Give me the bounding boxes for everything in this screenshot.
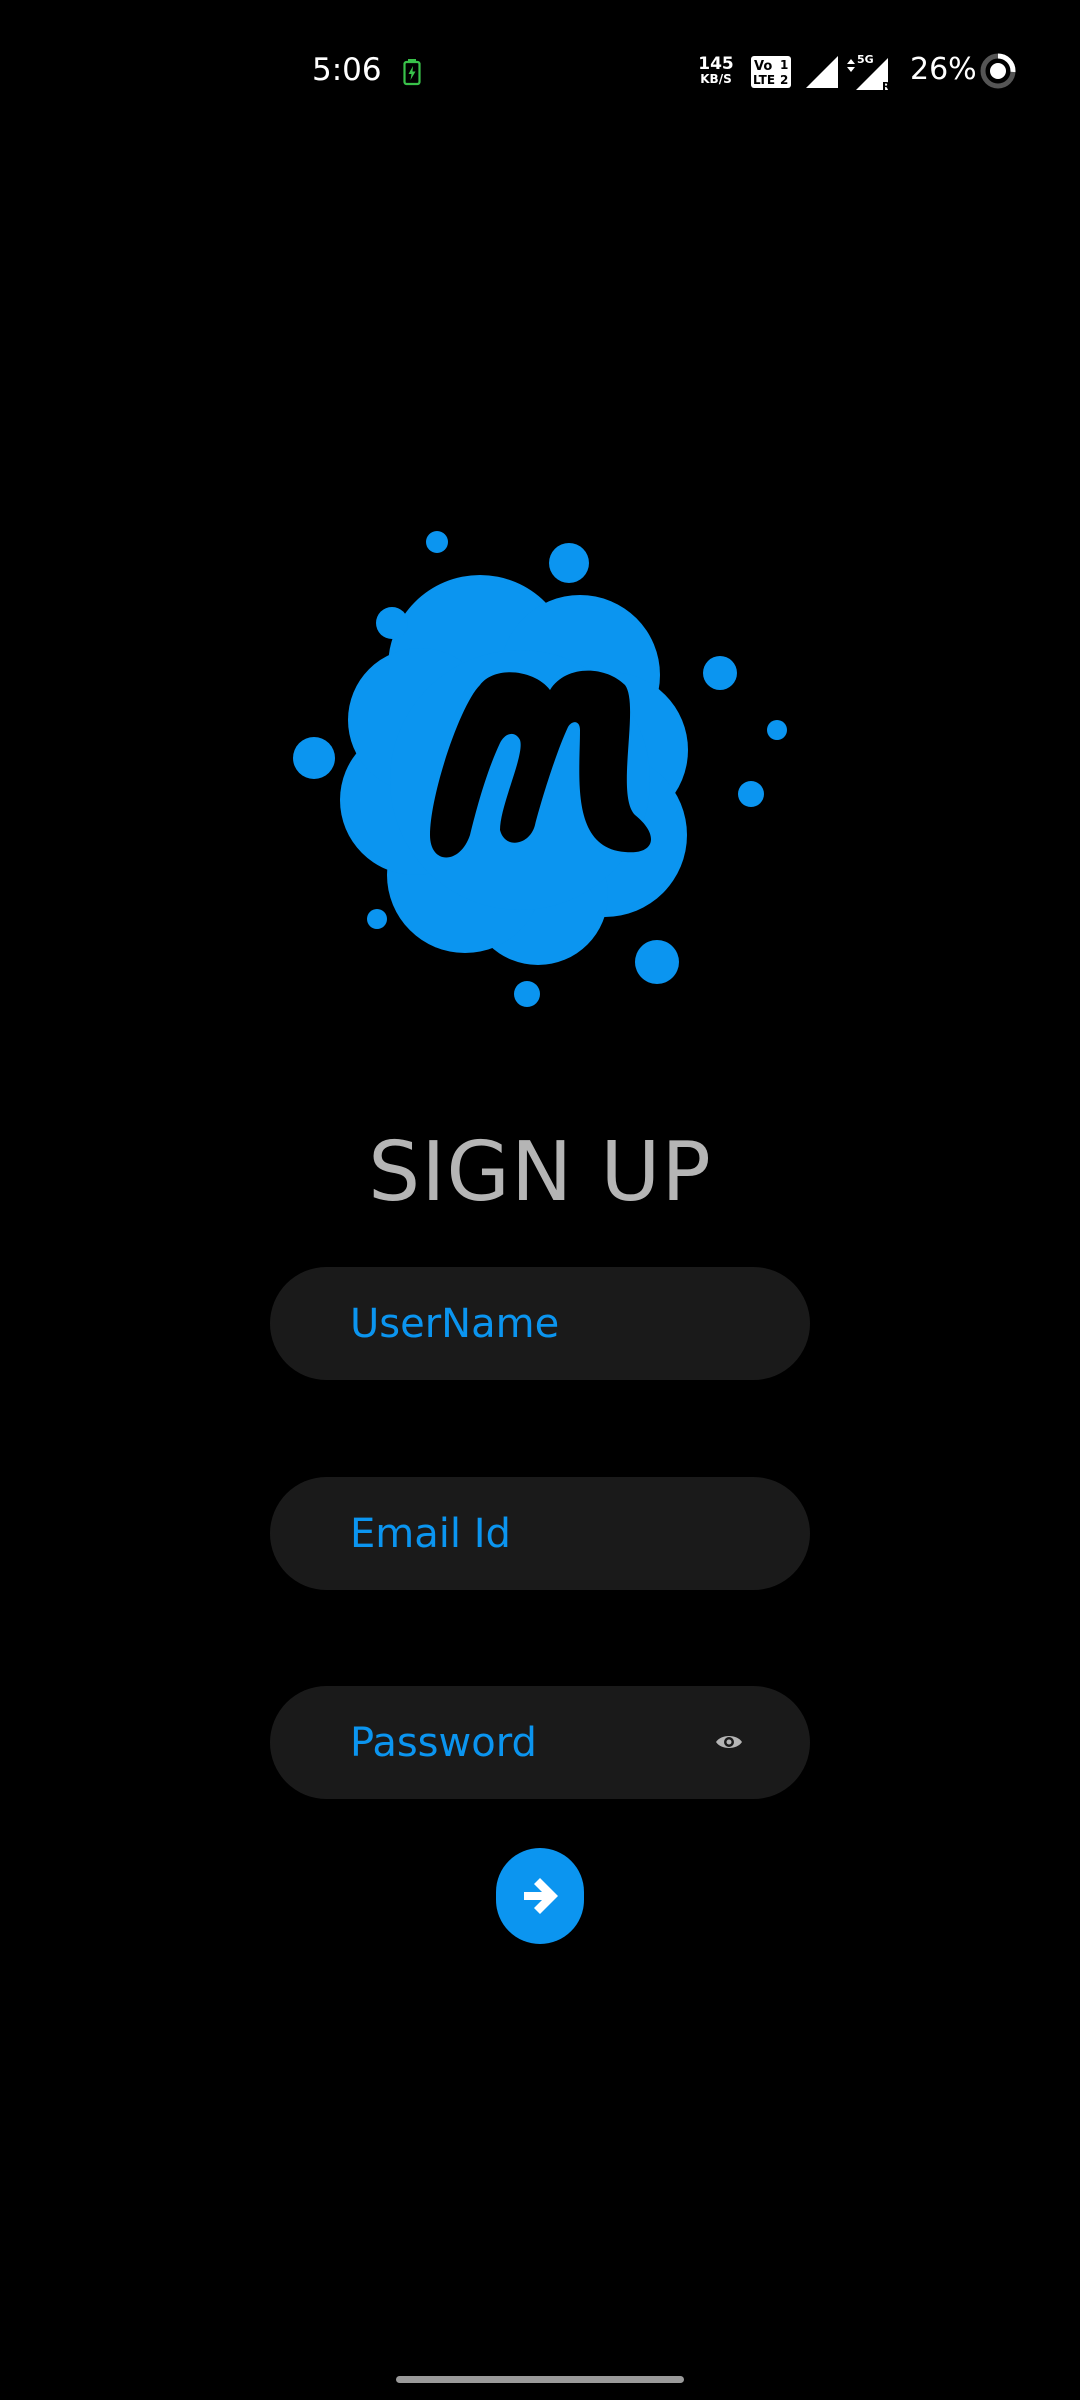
volte-label-bottom: LTE <box>753 73 775 87</box>
network-speed-unit: KB/S <box>700 72 732 86</box>
password-input[interactable] <box>350 1686 730 1799</box>
volte-icon: Vo 1 LTE 2 <box>751 56 791 88</box>
roaming-indicator: R <box>882 80 891 92</box>
status-bar: 5:06 145 KB/S Vo 1 LTE 2 5G R 26% <box>0 0 1080 140</box>
meetup-logo <box>293 531 787 1007</box>
battery-percent: 26% <box>910 52 977 87</box>
home-indicator[interactable] <box>396 2376 684 2383</box>
volte-sim1: 1 <box>780 58 788 72</box>
network-speed-value: 145 <box>698 54 734 74</box>
network-speed: 145 KB/S <box>696 54 736 86</box>
username-field[interactable] <box>270 1267 810 1380</box>
network-type: 5G <box>857 53 874 66</box>
signal-5g-icon: 5G R <box>847 53 891 92</box>
volte-sim2: 2 <box>780 73 788 87</box>
page-title: SIGN UP <box>368 1124 712 1220</box>
eye-icon[interactable] <box>714 1726 744 1758</box>
submit-button[interactable] <box>496 1848 584 1944</box>
arrow-right-icon <box>524 1878 558 1914</box>
volte-label-top: Vo <box>754 59 772 74</box>
battery-ring-icon <box>980 53 1016 89</box>
signal-icon <box>806 56 838 88</box>
email-input[interactable] <box>350 1477 730 1590</box>
password-field[interactable] <box>270 1686 810 1799</box>
battery-charging-icon <box>403 59 421 86</box>
email-field[interactable] <box>270 1477 810 1590</box>
status-time: 5:06 <box>312 52 382 88</box>
username-input[interactable] <box>350 1267 730 1380</box>
